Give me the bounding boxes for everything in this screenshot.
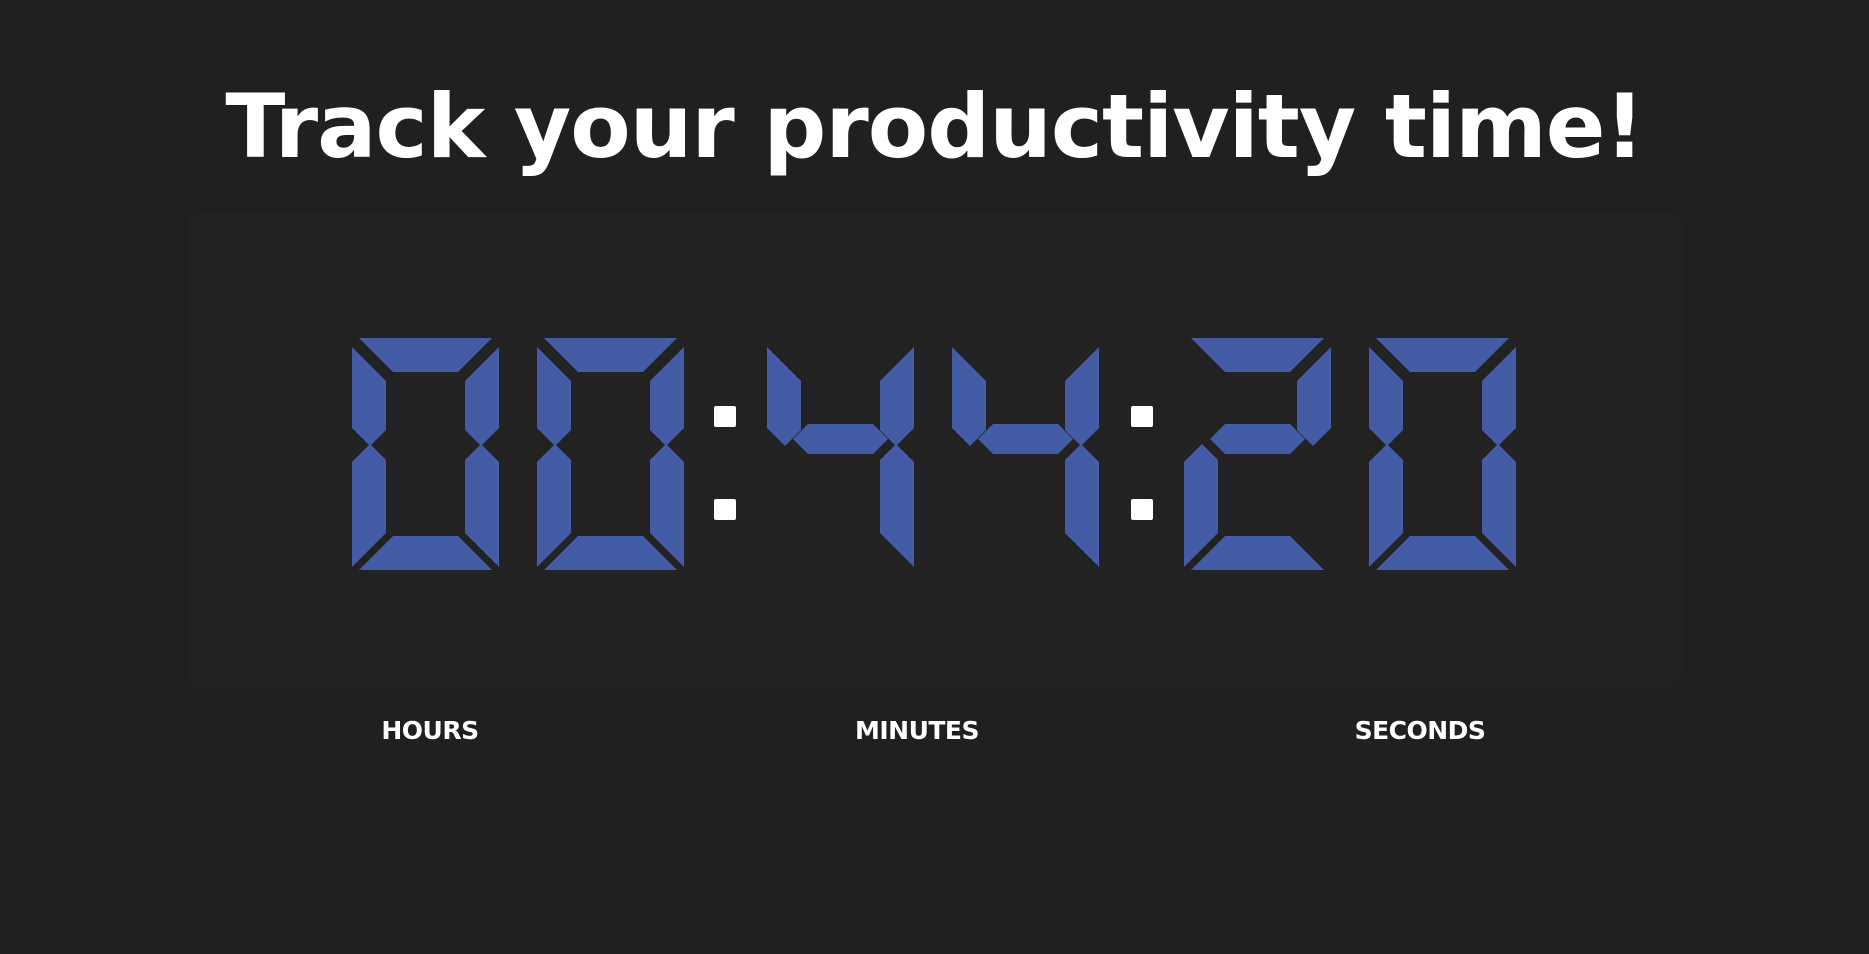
colon-dot <box>1131 406 1153 427</box>
segment-c <box>880 444 914 567</box>
seconds-label: SECONDS <box>1354 716 1486 745</box>
segment-b <box>1065 347 1099 446</box>
segment-g <box>1210 424 1305 454</box>
segment-f <box>1369 347 1403 446</box>
hours-label: HOURS <box>381 716 479 745</box>
segment-g <box>793 424 888 454</box>
segment-a <box>1191 338 1324 372</box>
segment-a <box>1376 338 1509 372</box>
hours-ones-digit <box>537 338 684 570</box>
segment-a <box>359 338 492 372</box>
segment-f <box>767 347 801 446</box>
segment-b <box>1297 347 1331 446</box>
colon-separator <box>714 406 736 520</box>
segment-b <box>1482 347 1516 446</box>
segment-d <box>359 536 492 570</box>
segment-b <box>650 347 684 446</box>
segment-f <box>537 347 571 446</box>
segment-d <box>544 536 677 570</box>
minutes-label: MINUTES <box>854 716 980 745</box>
seconds-tens-digit <box>1184 338 1331 570</box>
hours-tens-digit <box>352 338 499 570</box>
segment-f <box>952 347 986 446</box>
minutes-ones-digit <box>952 347 1099 567</box>
minutes-tens-digit <box>767 347 914 567</box>
segment-b <box>880 347 914 446</box>
colon-separator <box>1131 406 1153 520</box>
colon-dot <box>714 499 736 520</box>
segment-g <box>978 424 1073 454</box>
segment-a <box>544 338 677 372</box>
segment-d <box>1191 536 1324 570</box>
segment-f <box>352 347 386 446</box>
segment-d <box>1376 536 1509 570</box>
segment-b <box>465 347 499 446</box>
colon-dot <box>714 406 736 427</box>
seconds-ones-digit <box>1369 338 1516 570</box>
colon-dot <box>1131 499 1153 520</box>
page: Track your productivity time! HOURS MINU… <box>0 0 1869 954</box>
segment-c <box>1065 444 1099 567</box>
digital-clock-display <box>352 338 1516 570</box>
